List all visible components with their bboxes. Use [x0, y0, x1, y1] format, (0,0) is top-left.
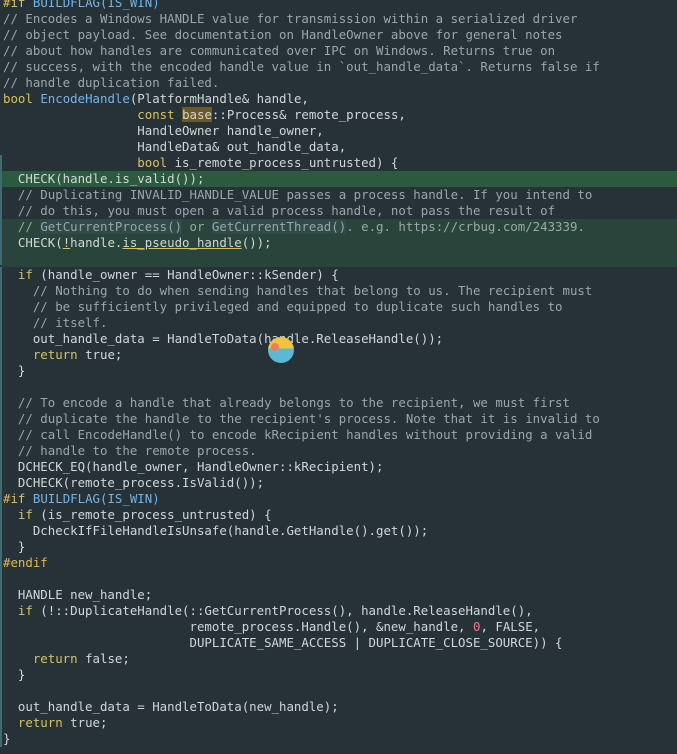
code-line[interactable]: return true;	[3, 347, 123, 363]
code-line[interactable]: HandleOwner handle_owner,	[3, 123, 324, 139]
code-line[interactable]: bool EncodeHandle(PlatformHandle& handle…	[3, 91, 309, 107]
code-line[interactable]: // Duplicating INVALID_HANDLE_VALUE pass…	[3, 187, 592, 203]
code-line[interactable]: }	[3, 667, 25, 683]
code-line[interactable]: }	[3, 731, 10, 747]
code-line[interactable]: DcheckIfFileHandleIsUnsafe(handle.GetHan…	[3, 523, 428, 539]
cursor-highlight-icon	[268, 337, 294, 363]
code-line[interactable]: bool is_remote_process_untrusted) {	[3, 155, 398, 171]
code-line[interactable]: // To encode a handle that already belon…	[3, 395, 570, 411]
code-line[interactable]: // handle duplication failed.	[3, 75, 219, 91]
code-line[interactable]: return false;	[3, 651, 130, 667]
code-line[interactable]: // itself.	[3, 315, 108, 331]
code-line[interactable]: if (handle_owner == HandleOwner::kSender…	[3, 267, 339, 283]
code-line[interactable]: // Nothing to do when sending handles th…	[3, 283, 593, 299]
code-line[interactable]: // be sufficiently privileged and equipp…	[3, 299, 563, 315]
code-line[interactable]: return true;	[3, 715, 108, 731]
code-line[interactable]: // success, with the encoded handle valu…	[3, 59, 600, 75]
code-line[interactable]: // duplicate the handle to the recipient…	[3, 411, 600, 427]
code-line[interactable]: }	[3, 363, 25, 379]
code-line[interactable]: HandleData& out_handle_data,	[3, 139, 346, 155]
code-line[interactable]: // handle to the remote process.	[3, 443, 257, 459]
code-line[interactable]: DCHECK_EQ(handle_owner, HandleOwner::kRe…	[3, 459, 384, 475]
code-line[interactable]: // object payload. See documentation on …	[3, 27, 563, 43]
code-line[interactable]: // do this, you must open a valid proces…	[3, 203, 555, 219]
code-line[interactable]: if (!::DuplicateHandle(::GetCurrentProce…	[3, 603, 533, 619]
code-line[interactable]: out_handle_data = HandleToData(new_handl…	[3, 699, 339, 715]
code-line[interactable]: HANDLE new_handle;	[3, 587, 152, 603]
code-line[interactable]: #if BUILDFLAG(IS_WIN)	[3, 0, 160, 11]
code-line[interactable]: CHECK(!handle.is_pseudo_handle());	[3, 235, 272, 251]
code-line[interactable]: }	[3, 539, 25, 555]
code-line[interactable]: remote_process.Handle(), &new_handle, 0,…	[3, 619, 540, 635]
code-line[interactable]: // GetCurrentProcess() or GetCurrentThre…	[3, 219, 585, 235]
code-line[interactable]: // call EncodeHandle() to encode kRecipi…	[3, 427, 592, 443]
code-line[interactable]: // Encodes a Windows HANDLE value for tr…	[3, 11, 577, 27]
code-line[interactable]: // about how handles are communicated ov…	[3, 43, 555, 59]
change-gutter-marker	[0, 267, 2, 747]
code-line[interactable]: out_handle_data = HandleToData(handle.Re…	[3, 331, 443, 347]
code-line[interactable]: #endif	[3, 555, 48, 571]
code-line[interactable]: #if BUILDFLAG(IS_WIN)	[3, 491, 160, 507]
code-editor[interactable]: #if BUILDFLAG(IS_WIN)// Encodes a Window…	[0, 0, 677, 754]
code-line[interactable]: if (is_remote_process_untrusted) {	[3, 507, 272, 523]
code-line[interactable]: DUPLICATE_SAME_ACCESS | DUPLICATE_CLOSE_…	[3, 635, 562, 651]
code-line[interactable]: DCHECK(remote_process.IsValid());	[3, 475, 264, 491]
code-line[interactable]: CHECK(handle.is_valid());	[3, 171, 205, 187]
code-line[interactable]: const base::Process& remote_process,	[3, 107, 406, 123]
